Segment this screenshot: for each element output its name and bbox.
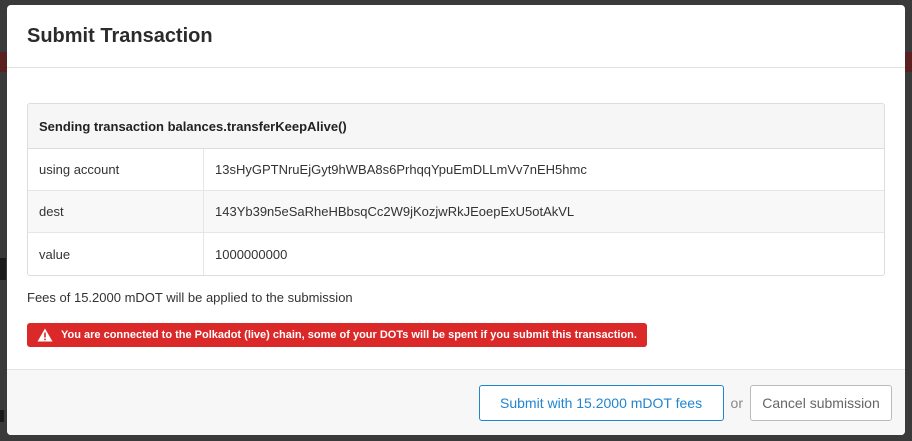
dest-address-value: 143Yb39n5eSaRheHBbsqCc2W9jKozjwRkJEoepEx… [215, 204, 575, 219]
table-row: using account 13sHyGPTNruEjGyt9hWBA8s6Pr… [28, 149, 884, 191]
cancel-button[interactable]: Cancel submission [750, 384, 892, 421]
table-row: value 1000000000 [28, 233, 884, 275]
submit-button[interactable]: Submit with 15.2000 mDOT fees [478, 384, 724, 421]
table-row: dest 143Yb39n5eSaRheHBbsqCc2W9jKozjwRkJE… [28, 191, 884, 233]
fees-notice: Fees of 15.2000 mDOT will be applied to … [27, 290, 353, 305]
row-label: using account [28, 149, 204, 190]
background-page-glyph [0, 410, 4, 422]
warning-text: You are connected to the Polkadot (live)… [61, 329, 637, 341]
background-page-glyph [0, 258, 6, 280]
row-label: value [28, 233, 204, 275]
amount-value: 1000000000 [215, 246, 288, 262]
modal-title: Submit Transaction [27, 24, 213, 47]
transaction-header: Sending transaction balances.transferKee… [28, 104, 884, 149]
transaction-details-table: Sending transaction balances.transferKee… [27, 103, 885, 276]
row-label: dest [28, 191, 204, 232]
live-chain-warning: You are connected to the Polkadot (live)… [27, 323, 647, 347]
or-separator: or [730, 394, 743, 411]
modal-header: Submit Transaction [7, 5, 905, 68]
submit-transaction-modal: Submit Transaction Sending transaction b… [7, 5, 905, 435]
modal-body: Sending transaction balances.transferKee… [7, 68, 905, 347]
account-address-value: 13sHyGPTNruEjGyt9hWBA8s6PrhqqYpuEmDLLmVv… [215, 162, 587, 177]
modal-footer: Submit with 15.2000 mDOT fees or Cancel … [7, 369, 905, 435]
warning-icon [37, 328, 53, 342]
